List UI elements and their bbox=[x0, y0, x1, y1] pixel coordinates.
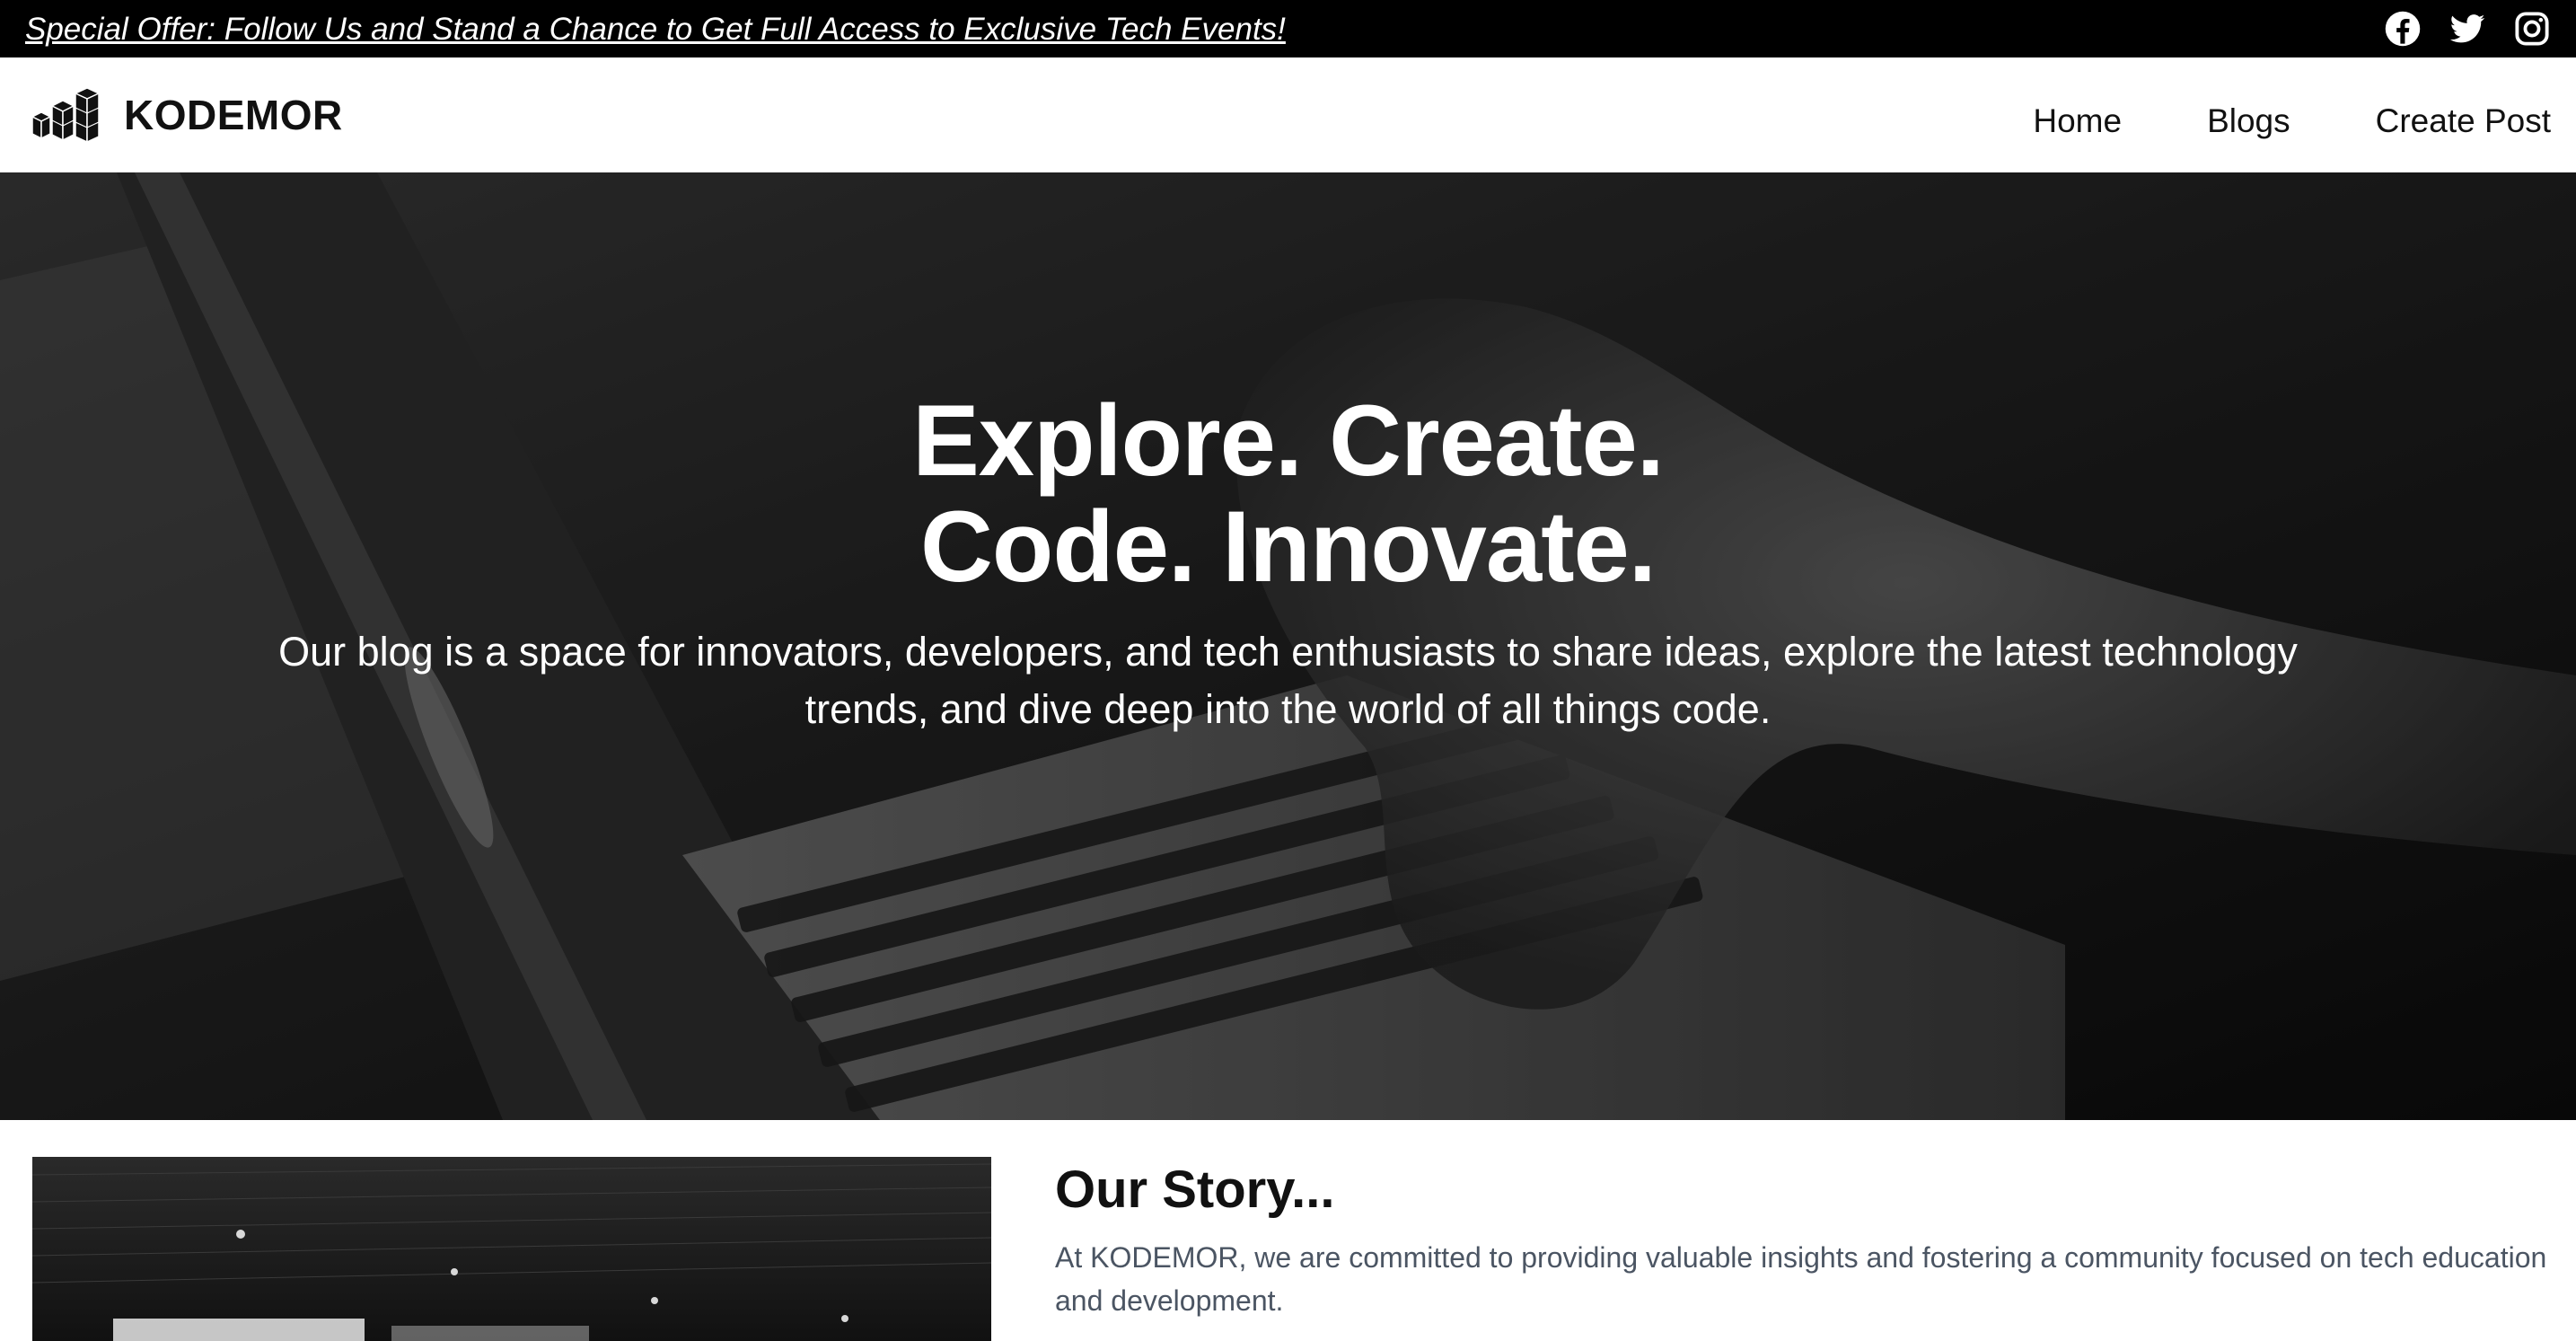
story-title: Our Story... bbox=[1055, 1160, 1335, 1219]
twitter-icon[interactable] bbox=[2449, 10, 2486, 48]
instagram-icon[interactable] bbox=[2513, 10, 2551, 48]
story-image bbox=[32, 1157, 991, 1341]
brand-home-link[interactable]: KODEMOR bbox=[29, 86, 343, 144]
promo-bar: Special Offer: Follow Us and Stand a Cha… bbox=[0, 0, 2576, 57]
nav-create-post[interactable]: Create Post bbox=[2376, 102, 2551, 140]
office-ceiling-image bbox=[32, 1157, 991, 1341]
site-header: KODEMOR Home Blogs Create Post bbox=[0, 57, 2576, 172]
brand-name: KODEMOR bbox=[124, 92, 343, 138]
promo-link[interactable]: Special Offer: Follow Us and Stand a Cha… bbox=[25, 13, 1286, 45]
story-section: Our Story... At KODEMOR, we are committe… bbox=[1055, 1157, 2563, 1322]
hero-subtitle: Our blog is a space for innovators, deve… bbox=[278, 629, 2298, 732]
building-blocks-logo-icon bbox=[31, 87, 101, 144]
nav-blogs[interactable]: Blogs bbox=[2207, 102, 2290, 140]
hero-section: Explore. Create. Code. Innovate. Our blo… bbox=[0, 172, 2576, 1120]
main-nav: Home Blogs Create Post bbox=[2033, 102, 2551, 140]
nav-home[interactable]: Home bbox=[2033, 102, 2122, 140]
hero-title-line2: Code. Innovate. bbox=[920, 490, 1657, 603]
hero-content: Explore. Create. Code. Innovate. Our blo… bbox=[0, 172, 2576, 1120]
social-links bbox=[2384, 10, 2551, 48]
story-body: At KODEMOR, we are committed to providin… bbox=[1055, 1241, 2547, 1317]
hero-title: Explore. Create. Code. Innovate. bbox=[912, 384, 1665, 603]
facebook-icon[interactable] bbox=[2384, 10, 2422, 48]
hero-title-line1: Explore. Create. bbox=[912, 384, 1665, 497]
